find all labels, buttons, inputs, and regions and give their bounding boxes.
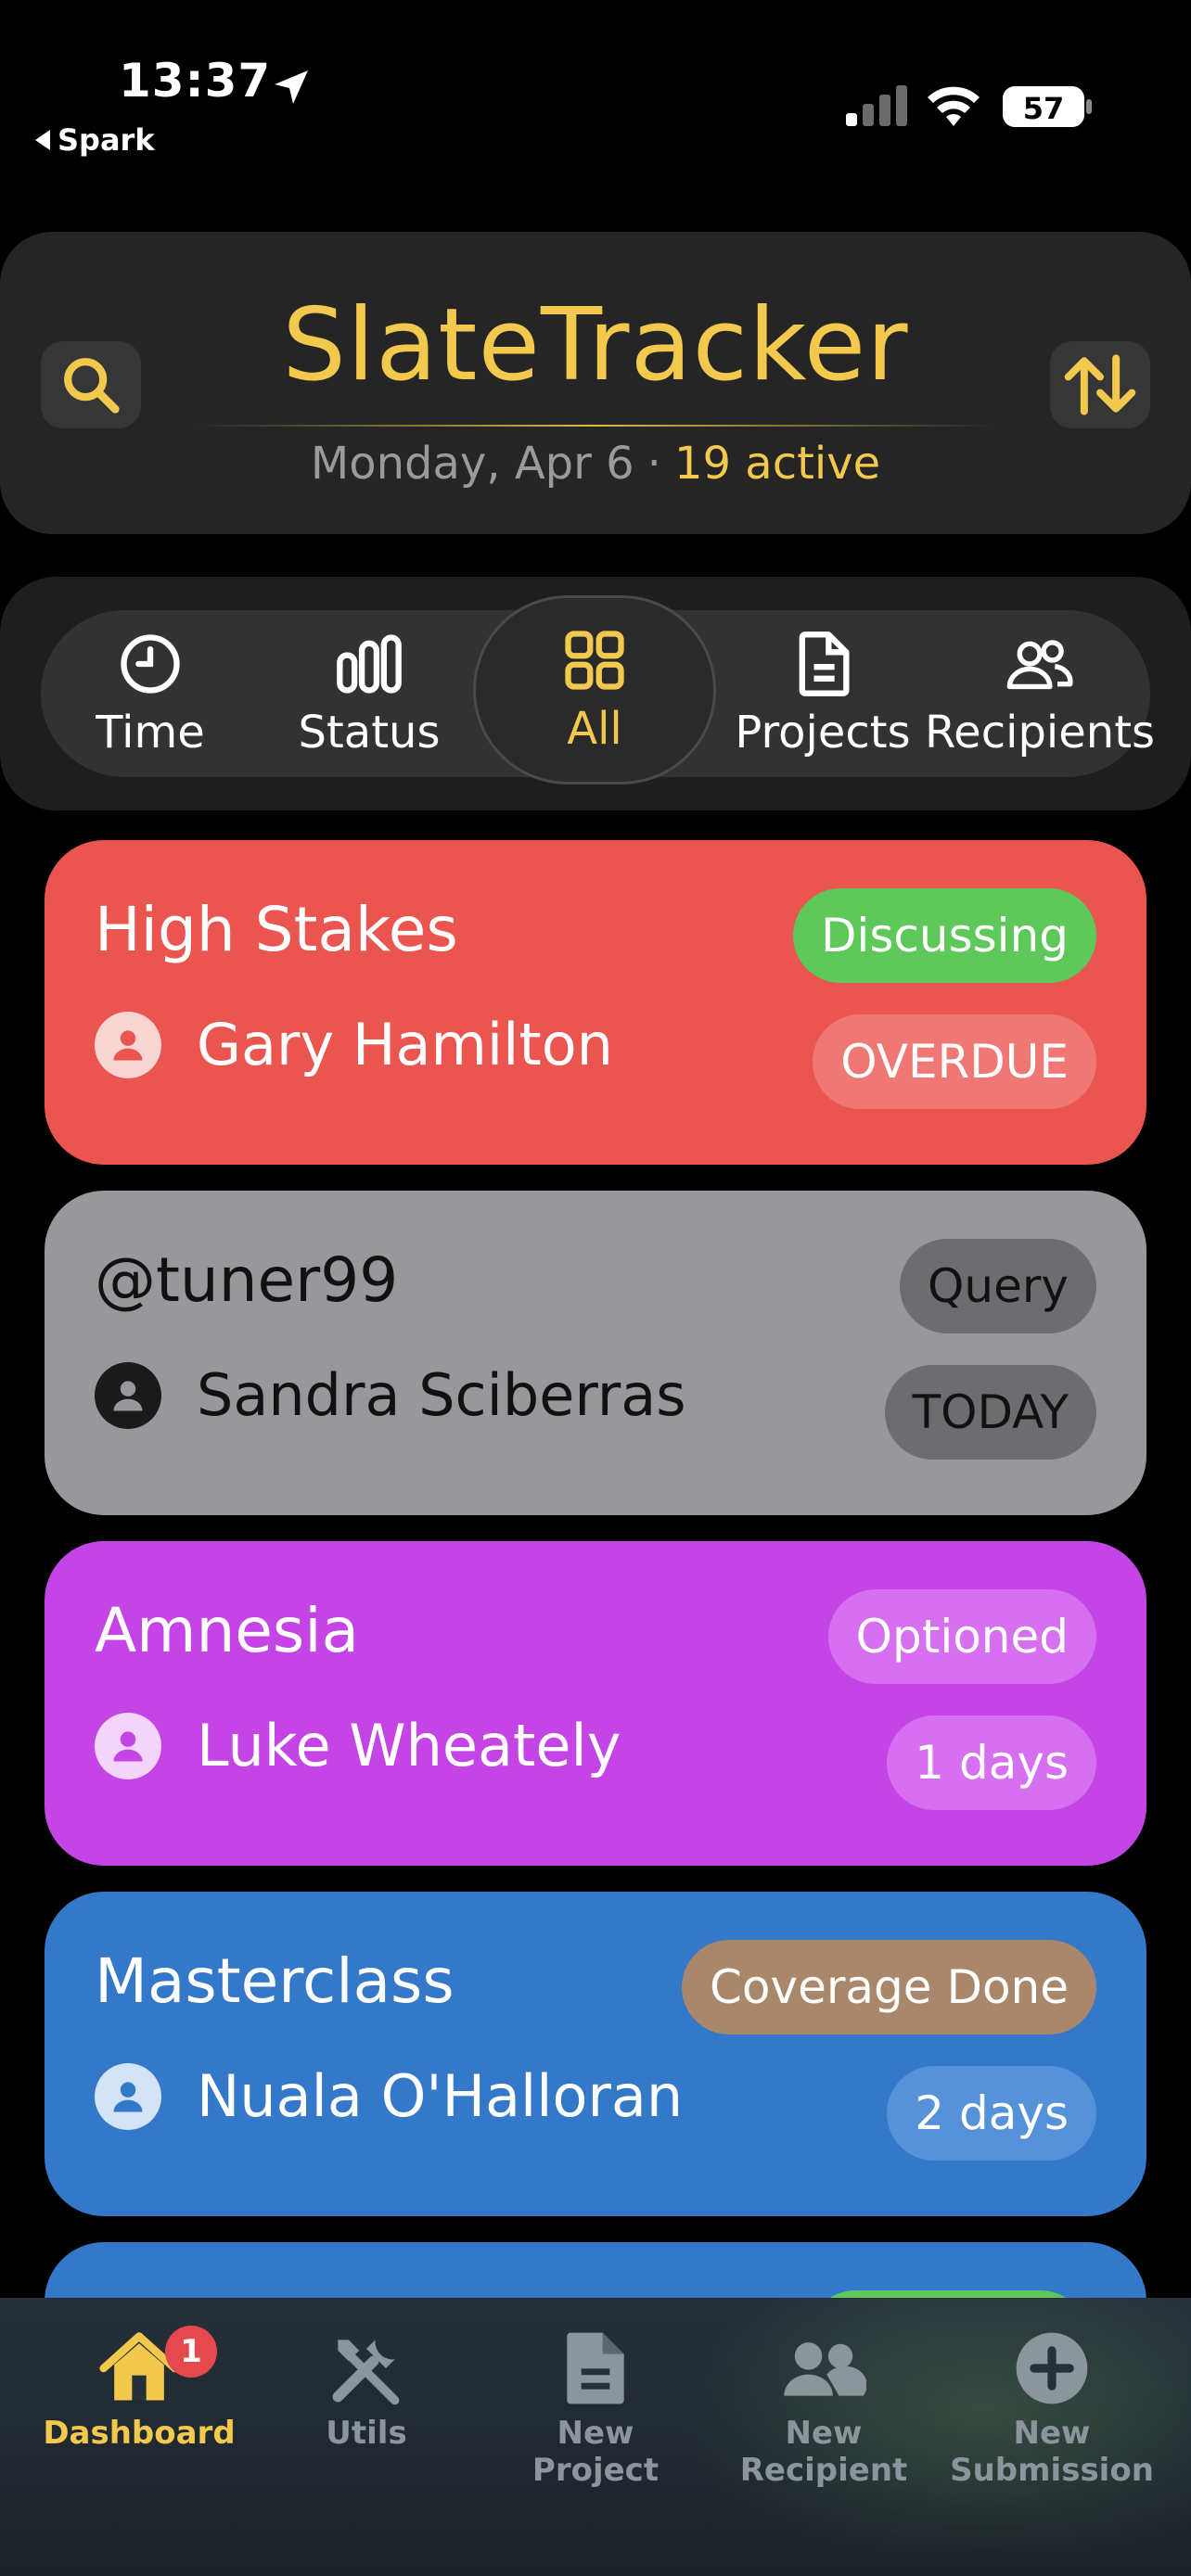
header-card: SlateTracker Monday, Apr 6 · 19 active	[0, 232, 1191, 534]
tab-new-recipient-label: New Recipient	[739, 2415, 908, 2489]
active-count: 19 active	[673, 438, 881, 490]
tab-dashboard[interactable]: 1 Dashboard	[28, 2326, 250, 2548]
tab-new-submission[interactable]: New Submission	[941, 2326, 1163, 2548]
cellular-signal-icon	[846, 85, 907, 126]
plus-circle-icon	[1016, 2332, 1088, 2404]
recipient-name: Gary Hamilton	[197, 1011, 613, 1078]
person-icon	[95, 1361, 161, 1429]
tab-new-submission-label: New Submission	[950, 2415, 1154, 2489]
document-icon	[799, 631, 850, 696]
filter-all[interactable]: All	[473, 595, 716, 784]
filter-recipients-label: Recipients	[924, 707, 1156, 759]
grid-icon	[565, 631, 624, 690]
new-document-icon	[567, 2332, 624, 2404]
back-triangle-icon	[35, 130, 50, 150]
person-icon	[95, 2062, 161, 2130]
card-recipient: Gary Hamilton	[95, 1011, 613, 1078]
bars-icon	[337, 634, 402, 694]
card-project-title: Masterclass	[95, 1945, 455, 2017]
submission-card[interactable]: Amnesia Optioned Luke Wheately 1 days	[45, 1541, 1146, 1866]
card-recipient: Nuala O'Halloran	[95, 2062, 683, 2130]
back-app-label: Spark	[58, 122, 155, 158]
filter-projects[interactable]: Projects	[716, 610, 929, 777]
location-arrow-icon	[275, 70, 308, 104]
battery-icon: 57	[1003, 86, 1092, 127]
filter-all-label: All	[567, 703, 622, 755]
filter-projects-label: Projects	[735, 707, 911, 759]
back-to-app[interactable]: Spark	[35, 122, 155, 158]
battery-level: 57	[1023, 91, 1065, 126]
title-divider	[197, 425, 994, 427]
card-project-title: High Stakes	[95, 894, 458, 965]
card-recipient: Sandra Sciberras	[95, 1361, 686, 1429]
due-badge: 2 days	[887, 2066, 1096, 2161]
status-badge: Coverage Done	[682, 1940, 1096, 2034]
filter-segmented-control: Time Status All Projects Recipients	[41, 595, 1155, 784]
submission-card[interactable]: Masterclass Coverage Done Nuala O'Hallor…	[45, 1892, 1146, 2216]
header-subtitle: Monday, Apr 6 · 19 active	[0, 438, 1191, 490]
tools-icon	[332, 2340, 400, 2405]
people-icon	[1006, 640, 1073, 690]
tab-utils-label: Utils	[326, 2415, 407, 2452]
status-time: 13:37	[119, 54, 272, 108]
filter-time[interactable]: Time	[41, 610, 260, 777]
recipient-name: Luke Wheately	[197, 1712, 621, 1779]
tab-new-project[interactable]: New Project	[484, 2326, 707, 2548]
status-badge: Discussing	[792, 888, 1096, 983]
card-recipient: Luke Wheately	[95, 1712, 621, 1779]
subtitle-separator: ·	[647, 438, 661, 490]
app-title: SlateTracker	[282, 287, 909, 403]
status-badge: Optioned	[827, 1589, 1096, 1684]
submission-card[interactable]: @tuner99 Query Sandra Sciberras TODAY	[45, 1191, 1146, 1515]
due-badge: OVERDUE	[813, 1014, 1096, 1109]
filter-recipients[interactable]: Recipients	[925, 610, 1155, 777]
tab-dashboard-label: Dashboard	[43, 2415, 236, 2452]
notification-badge: 1	[165, 2326, 217, 2378]
recipient-name: Sandra Sciberras	[197, 1361, 686, 1429]
card-project-title: @tuner99	[95, 1244, 399, 1316]
filter-bar: Time Status All Projects Recipients	[0, 577, 1191, 810]
recipient-name: Nuala O'Halloran	[197, 2062, 684, 2130]
due-badge: TODAY	[884, 1365, 1096, 1460]
tab-new-project-label: New Project	[531, 2415, 660, 2489]
filter-status-label: Status	[298, 707, 441, 759]
sort-button[interactable]	[1050, 341, 1150, 428]
status-bar: 13:37 Spark 57	[0, 0, 1191, 185]
filter-status[interactable]: Status	[260, 610, 479, 777]
filter-time-label: Time	[96, 707, 205, 759]
person-icon	[95, 1712, 161, 1779]
wifi-icon	[928, 86, 980, 126]
status-badge: Query	[900, 1239, 1096, 1333]
new-people-icon	[784, 2342, 866, 2396]
submission-card[interactable]: High Stakes Discussing Gary Hamilton OVE…	[45, 840, 1146, 1165]
sort-icon	[1064, 354, 1136, 415]
person-icon	[95, 1011, 161, 1078]
due-badge: 1 days	[887, 1715, 1096, 1810]
tab-bar: 1 Dashboard Utils New Project New Recipi…	[0, 2298, 1191, 2576]
tab-new-recipient[interactable]: New Recipient	[712, 2326, 935, 2548]
card-project-title: Amnesia	[95, 1595, 360, 1666]
clock-icon	[121, 634, 180, 694]
current-date: Monday, Apr 6	[310, 438, 634, 490]
tab-utils[interactable]: Utils	[255, 2326, 478, 2548]
